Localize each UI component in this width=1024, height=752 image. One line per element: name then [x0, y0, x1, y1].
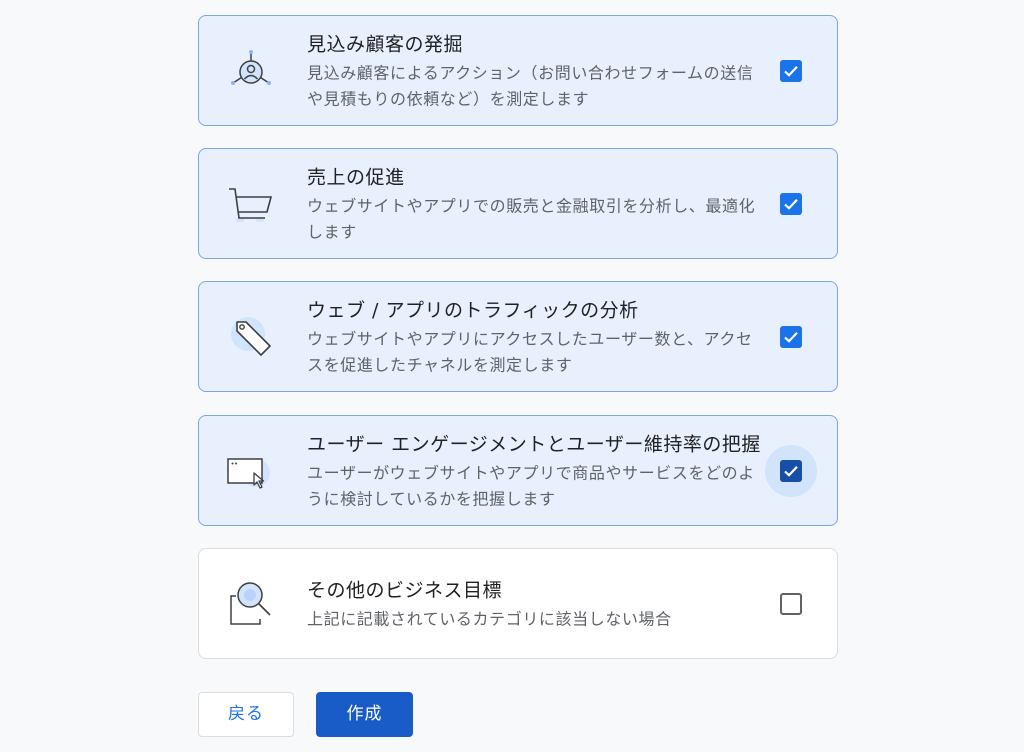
goal-title: その他のビジネス目標 [307, 579, 503, 601]
goal-checkbox[interactable] [780, 59, 802, 82]
checkmark-icon [784, 465, 798, 477]
goal-checkbox[interactable] [780, 325, 802, 348]
goal-checkbox-wrapper [765, 578, 817, 630]
browser-window-cursor-icon [225, 445, 277, 497]
price-tag-icon [225, 311, 277, 363]
goal-card-user-engagement[interactable]: ユーザー エンゲージメントとユーザー維持率の把握 ユーザーがウェブサイトやアプリ… [198, 415, 838, 526]
create-button[interactable]: 作成 [316, 692, 413, 737]
goal-checkbox[interactable] [780, 192, 802, 215]
back-button[interactable]: 戻る [198, 692, 294, 737]
goal-card-lead-generation[interactable]: 見込み顧客の発掘 見込み顧客によるアクション（お問い合わせフォームの送信や見積も… [198, 15, 838, 126]
goal-title: 見込み顧客の発掘 [307, 33, 464, 55]
goal-description: ウェブサイトやアプリでの販売と金融取引を分析し、最適化します [307, 196, 756, 241]
goal-description: ウェブサイトやアプリにアクセスしたユーザー数と、アクセスを促進したチャネルを測定… [307, 329, 753, 374]
goal-checkbox-wrapper [765, 45, 817, 97]
business-goals-page: 見込み顧客の発掘 見込み顧客によるアクション（お問い合わせフォームの送信や見積も… [0, 0, 1024, 752]
goal-checkbox[interactable] [780, 592, 802, 615]
goal-card-drive-sales[interactable]: 売上の促進 ウェブサイトやアプリでの販売と金融取引を分析し、最適化します [198, 148, 838, 259]
goal-title: 売上の促進 [307, 166, 405, 188]
checkmark-icon [784, 198, 798, 210]
goal-description: ユーザーがウェブサイトやアプリで商品やサービスをどのように検討しているかを把握し… [307, 463, 755, 508]
goal-description: 見込み顧客によるアクション（お問い合わせフォームの送信や見積もりの依頼など）を測… [307, 63, 754, 108]
goal-card-traffic-analysis[interactable]: ウェブ / アプリのトラフィックの分析 ウェブサイトやアプリにアクセスしたユーザ… [198, 281, 838, 392]
shopping-cart-icon [225, 178, 277, 230]
checkmark-icon [784, 331, 798, 343]
goal-checkbox-focus-ring [765, 444, 817, 497]
goal-title: ユーザー エンゲージメントとユーザー維持率の把握 [307, 433, 761, 455]
goal-description: 上記に記載されているカテゴリに該当しない場合 [307, 609, 672, 628]
lead-person-icon [225, 45, 277, 97]
goal-card-other[interactable]: その他のビジネス目標 上記に記載されているカテゴリに該当しない場合 [198, 548, 838, 659]
checkmark-icon [784, 65, 798, 77]
goal-title: ウェブ / アプリのトラフィックの分析 [307, 299, 639, 321]
goal-checkbox-wrapper [765, 311, 817, 363]
magnifier-icon [225, 578, 277, 630]
goal-checkbox-wrapper [765, 178, 817, 230]
goal-checkbox[interactable] [780, 459, 802, 482]
